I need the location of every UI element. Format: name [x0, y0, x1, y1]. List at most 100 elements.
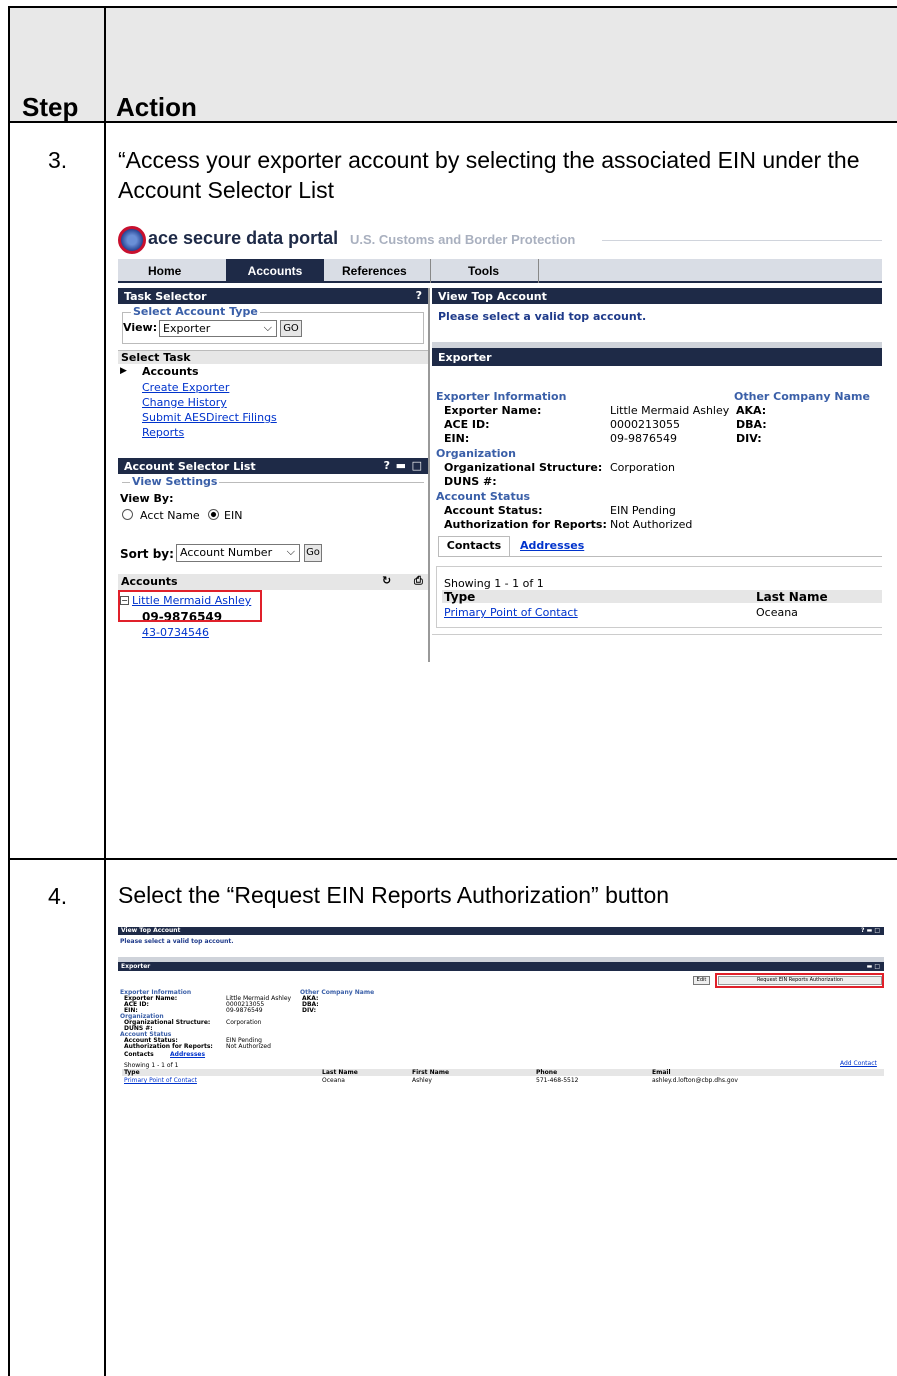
sort-value: Account Number	[180, 546, 273, 559]
view-top-account-header: View Top Account	[432, 288, 882, 304]
globe-icon	[118, 226, 146, 254]
account-selector-title: Account Selector List	[124, 460, 256, 473]
go-button[interactable]: GO	[280, 320, 302, 337]
highlight-box	[715, 973, 884, 988]
table-column-divider	[104, 6, 106, 1376]
print-icon[interactable]: ⎙	[414, 574, 423, 588]
view-by-label: View By:	[120, 492, 174, 505]
sort-by-label: Sort by:	[120, 547, 174, 561]
step-4-number: 4.	[48, 883, 68, 909]
org-structure-label: Organizational Structure:	[444, 461, 603, 474]
select-task-header: Select Task	[118, 350, 428, 364]
authorization-value: Not Authorized	[226, 1043, 271, 1050]
view-label: View:	[123, 321, 158, 334]
ein-radio[interactable]	[208, 509, 219, 520]
view-top-account-message: Please select a valid top account.	[120, 938, 234, 945]
select-task-title: Select Task	[121, 351, 191, 364]
tree-arrow-icon: ▶	[120, 366, 127, 376]
maximize-icon[interactable]: □	[412, 459, 422, 472]
nav-divider	[538, 259, 539, 283]
ein-field-value: 09-9876549	[610, 432, 677, 445]
exporter-name-label: Exporter Name:	[444, 404, 542, 417]
task-selector-title: Task Selector	[124, 290, 207, 303]
reports-link[interactable]: Reports	[142, 426, 184, 439]
action-header-shade	[106, 8, 897, 121]
step-3-instruction: “Access your exporter account by selecti…	[118, 147, 860, 203]
contacts-table-header: Type Last Name First Name Phone Email	[122, 1069, 884, 1076]
authorization-value: Not Authorized	[610, 518, 693, 531]
add-contact-link[interactable]: Add Contact	[840, 1060, 877, 1067]
nav-bar: Home Accounts References Tools	[118, 259, 882, 283]
account-status-label: Account Status:	[444, 504, 543, 517]
contacts-tab[interactable]: Contacts	[124, 1051, 154, 1058]
portal-logo-text: ace secure data portal	[148, 228, 339, 248]
exporter-header: Exporter	[432, 348, 882, 366]
ein-field-value: 09-9876549	[226, 1007, 263, 1014]
contact-phone: 571-468-5512	[536, 1077, 579, 1084]
change-history-link[interactable]: Change History	[142, 396, 227, 409]
view-top-account-title: View Top Account	[121, 927, 181, 934]
create-exporter-link[interactable]: Create Exporter	[142, 381, 229, 394]
div-label: DIV:	[302, 1007, 316, 1014]
addresses-tab[interactable]: Addresses	[520, 539, 584, 552]
contact-type-link[interactable]: Primary Point of Contact	[124, 1077, 197, 1084]
account-type-select[interactable]: Exporter ⌵	[159, 320, 277, 337]
window-controls-icon[interactable]: ? ▬ □	[861, 927, 880, 934]
view-top-account-message: Please select a valid top account.	[438, 310, 647, 323]
submit-aesdirect-link[interactable]: Submit AESDirect Filings	[142, 411, 277, 424]
nav-tab-home[interactable]: Home	[148, 264, 181, 278]
contacts-tab[interactable]: Contacts	[438, 536, 510, 556]
portal-screenshot-step4: View Top Account ? ▬ □ Please select a v…	[118, 927, 884, 1060]
contacts-box-border	[436, 566, 882, 628]
contact-first-name: Ashley	[412, 1077, 432, 1084]
aka-label: AKA:	[736, 404, 767, 417]
view-top-account-header: View Top Account ? ▬ □	[118, 927, 884, 935]
ace-id-value: 0000213055	[610, 418, 680, 431]
sort-go-button[interactable]: Go	[304, 544, 322, 562]
left-panel: Task Selector ? Select Account Type View…	[118, 288, 430, 662]
col-email: Email	[652, 1069, 671, 1076]
showing-count: Showing 1 - 1 of 1	[124, 1062, 179, 1069]
nav-tab-tools[interactable]: Tools	[468, 264, 499, 278]
agency-name: U.S. Customs and Border Protection	[350, 232, 576, 247]
nav-tab-references[interactable]: References	[342, 264, 407, 278]
organization-header: Organization	[436, 447, 516, 460]
action-header: Action	[116, 92, 197, 122]
step-4-instruction: Select the “Request EIN Reports Authoriz…	[118, 882, 670, 908]
refresh-icon[interactable]: ↻	[382, 574, 391, 587]
account-type-fieldset: Select Account Type View: Exporter ⌵ GO	[122, 305, 424, 344]
portal-screenshot-step3: ace secure data portal U.S. Customs and …	[118, 222, 882, 662]
org-structure-value: Corporation	[226, 1019, 262, 1026]
accounts-group-label: Accounts	[142, 365, 199, 378]
chevron-down-icon: ⌵	[286, 545, 295, 558]
contact-row: Primary Point of Contact Oceana Ashley 5…	[122, 1077, 884, 1085]
exporter-title: Exporter	[121, 963, 151, 970]
acct-name-radio[interactable]	[122, 509, 133, 520]
ace-id-label: ACE ID:	[444, 418, 490, 431]
view-settings-legend: View Settings	[130, 475, 220, 488]
help-icon[interactable]: ?	[416, 289, 422, 302]
div-label: DIV:	[736, 432, 762, 445]
window-controls-icon[interactable]: ▬ □	[867, 963, 880, 970]
row-divider	[8, 858, 897, 860]
ein-label: EIN	[224, 509, 243, 522]
help-icon[interactable]: ?	[384, 459, 390, 472]
dba-label: DBA:	[736, 418, 767, 431]
edit-button[interactable]: Edit	[693, 976, 710, 985]
authorization-label: Authorization for Reports:	[444, 518, 607, 531]
col-phone: Phone	[536, 1069, 558, 1076]
view-settings-fieldset: View Settings	[122, 475, 424, 532]
minimize-icon[interactable]: ▬	[396, 459, 406, 472]
account-type-value: Exporter	[163, 322, 211, 335]
tab-rule	[438, 556, 882, 557]
chevron-down-icon: ⌵	[263, 321, 272, 334]
right-panel: View Top Account Please select a valid t…	[432, 288, 882, 662]
ein-other-link[interactable]: 43-0734546	[142, 626, 209, 639]
nav-tab-accounts[interactable]: Accounts	[226, 259, 324, 283]
col-last-name: Last Name	[322, 1069, 358, 1076]
col-first-name: First Name	[412, 1069, 450, 1076]
nav-divider	[430, 259, 431, 283]
addresses-tab[interactable]: Addresses	[170, 1051, 205, 1058]
sort-select[interactable]: Account Number ⌵	[176, 544, 300, 562]
portal-banner: ace secure data portal U.S. Customs and …	[118, 222, 882, 258]
